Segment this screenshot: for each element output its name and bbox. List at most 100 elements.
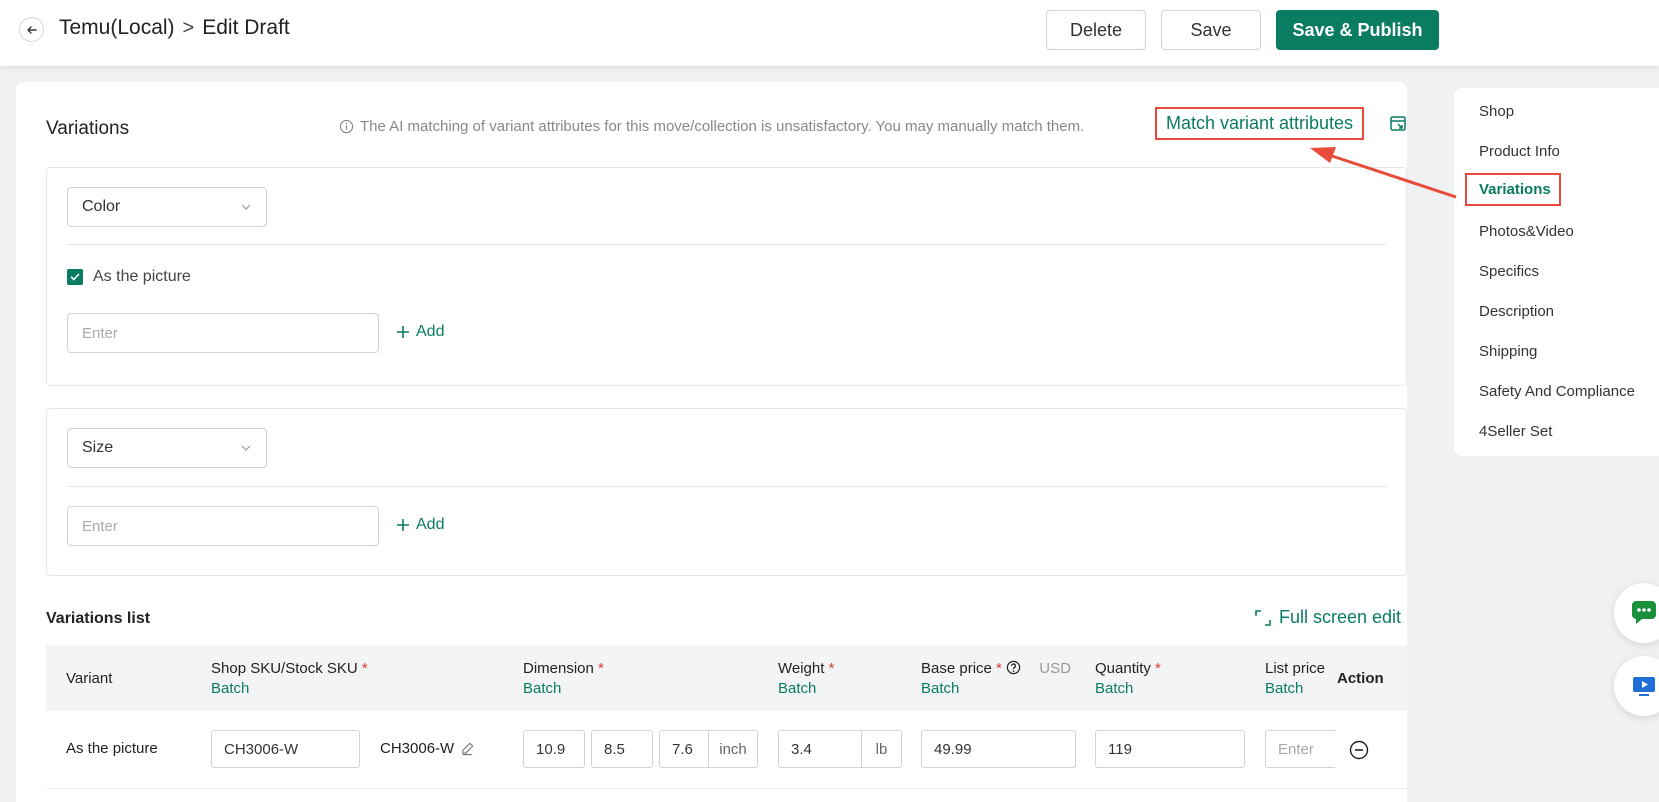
add-color-button[interactable]: Add [396, 323, 444, 341]
info-icon [339, 119, 354, 134]
divider [67, 244, 1386, 245]
variant-name: As the picture [66, 740, 158, 757]
add-label: Add [416, 323, 445, 340]
back-button[interactable] [19, 17, 44, 42]
save-publish-button[interactable]: Save & Publish [1276, 10, 1439, 50]
support-chat-button[interactable] [1614, 583, 1659, 643]
variations-card: Variations The AI matching of variant at… [16, 82, 1407, 802]
col-dimension-label: Dimension [523, 660, 594, 677]
batch-dimension-link[interactable]: Batch [523, 679, 604, 699]
help-icon[interactable] [1006, 660, 1021, 675]
nav-item-shop[interactable]: Shop [1479, 103, 1514, 120]
col-weight-label: Weight [778, 660, 825, 677]
table-row: As the picture CH3006-W CH3006-W 10.9 8.… [46, 711, 1407, 789]
dimension-height-input[interactable]: 7.6 [659, 730, 709, 768]
page-title: Edit Draft [202, 16, 290, 39]
col-base-price-label: Base price [921, 660, 992, 677]
stock-sku-value: CH3006-W [380, 740, 455, 757]
top-header: Temu(Local) > Edit Draft Delete Save Sav… [0, 0, 1659, 66]
breadcrumb: Temu(Local) > Edit Draft [59, 16, 290, 40]
col-sku: Shop SKU/Stock SKU * Batch [211, 659, 368, 699]
col-dimension: Dimension * Batch [523, 659, 604, 699]
attribute-select-size[interactable]: Size [67, 428, 267, 468]
batch-price-link[interactable]: Batch [921, 679, 1071, 699]
as-picture-checkbox[interactable] [67, 269, 83, 285]
nav-item-product-info[interactable]: Product Info [1479, 143, 1560, 160]
chevron-down-icon [241, 445, 251, 451]
required-mark: * [1155, 660, 1161, 677]
base-price-input[interactable]: 49.99 [921, 730, 1076, 768]
remove-row-icon[interactable] [1349, 740, 1369, 760]
col-base-price: Base price * USD Batch [921, 659, 1071, 699]
nav-item-specifics[interactable]: Specifics [1479, 263, 1539, 280]
full-screen-edit-button[interactable]: Full screen edit [1255, 607, 1401, 628]
size-value-input[interactable] [67, 506, 379, 546]
quantity-input[interactable]: 119 [1095, 730, 1245, 768]
save-button[interactable]: Save [1161, 10, 1261, 50]
currency-label: USD [1039, 660, 1071, 677]
required-mark: * [361, 660, 368, 677]
weight-input[interactable]: 3.4 [778, 730, 862, 768]
select-value: Color [82, 198, 121, 215]
attribute-select-color[interactable]: Color [67, 187, 267, 227]
section-title: Variations [46, 118, 130, 139]
dimension-width-input[interactable]: 8.5 [591, 730, 653, 768]
match-variant-attributes-link[interactable]: Match variant attributes [1155, 107, 1364, 140]
video-icon [1633, 677, 1655, 696]
col-quantity-label: Quantity [1095, 660, 1151, 677]
dimension-length-input[interactable]: 10.9 [523, 730, 585, 768]
list-price-input[interactable]: Enter [1265, 730, 1335, 768]
batch-weight-link[interactable]: Batch [778, 679, 834, 699]
col-list-price: List price Batch [1265, 659, 1334, 699]
batch-sku-link[interactable]: Batch [211, 679, 368, 699]
dimension-unit: inch [709, 730, 758, 768]
color-attribute-box: Color As the picture Add [46, 167, 1407, 386]
weight-unit: lb [862, 730, 902, 768]
batch-list-price-link[interactable]: Batch [1265, 679, 1334, 699]
edit-pencil-icon[interactable] [460, 741, 475, 756]
plus-icon [397, 326, 409, 338]
required-mark: * [828, 660, 835, 677]
col-list-price-label: List price [1265, 660, 1326, 677]
chevron-down-icon [241, 204, 251, 210]
checkbox-label: As the picture [93, 268, 191, 285]
expand-icon [1255, 609, 1271, 626]
col-quantity: Quantity * Batch [1095, 659, 1161, 699]
nav-item-shipping[interactable]: Shipping [1479, 343, 1537, 360]
batch-quantity-link[interactable]: Batch [1095, 679, 1161, 699]
variations-list-title: Variations list [46, 610, 151, 627]
size-attribute-box: Size Add [46, 408, 1407, 576]
divider [67, 486, 1386, 487]
breadcrumb-root[interactable]: Temu(Local) [59, 16, 175, 40]
as-picture-option: As the picture [67, 268, 191, 286]
nav-item-variations[interactable]: Variations [1465, 173, 1561, 206]
shop-sku-input[interactable]: CH3006-W [211, 730, 360, 768]
add-label: Add [416, 516, 445, 533]
col-sku-label: Shop SKU/Stock SKU [211, 660, 358, 677]
col-weight: Weight * Batch [778, 659, 834, 699]
section-nav: Shop Product Info Variations Photos&Vide… [1454, 88, 1659, 456]
add-size-button[interactable]: Add [396, 516, 444, 534]
chat-icon [1632, 601, 1656, 624]
required-mark: * [598, 660, 604, 677]
variations-table: Variant Shop SKU/Stock SKU * Batch Dimen… [46, 645, 1407, 802]
nav-item-4seller-set[interactable]: 4Seller Set [1479, 423, 1552, 440]
col-action: Action [1337, 670, 1384, 687]
stock-sku: CH3006-W [380, 740, 475, 757]
arrow-left-icon [26, 25, 37, 34]
ai-notice: The AI matching of variant attributes fo… [339, 118, 1084, 135]
notice-text: The AI matching of variant attributes fo… [360, 118, 1085, 135]
nav-item-safety-compliance[interactable]: Safety And Compliance [1479, 383, 1635, 400]
check-icon [70, 273, 80, 281]
delete-button[interactable]: Delete [1046, 10, 1146, 50]
breadcrumb-separator: > [182, 16, 195, 39]
fullscreen-label: Full screen edit [1279, 607, 1402, 627]
video-help-button[interactable] [1614, 656, 1659, 716]
table-header: Variant Shop SKU/Stock SKU * Batch Dimen… [46, 645, 1407, 711]
edit-window-icon[interactable] [1389, 115, 1407, 133]
col-variant: Variant [66, 670, 113, 687]
nav-item-description[interactable]: Description [1479, 303, 1554, 320]
color-value-input[interactable] [67, 313, 379, 353]
nav-item-photos-video[interactable]: Photos&Video [1479, 223, 1574, 240]
select-value: Size [82, 439, 114, 456]
